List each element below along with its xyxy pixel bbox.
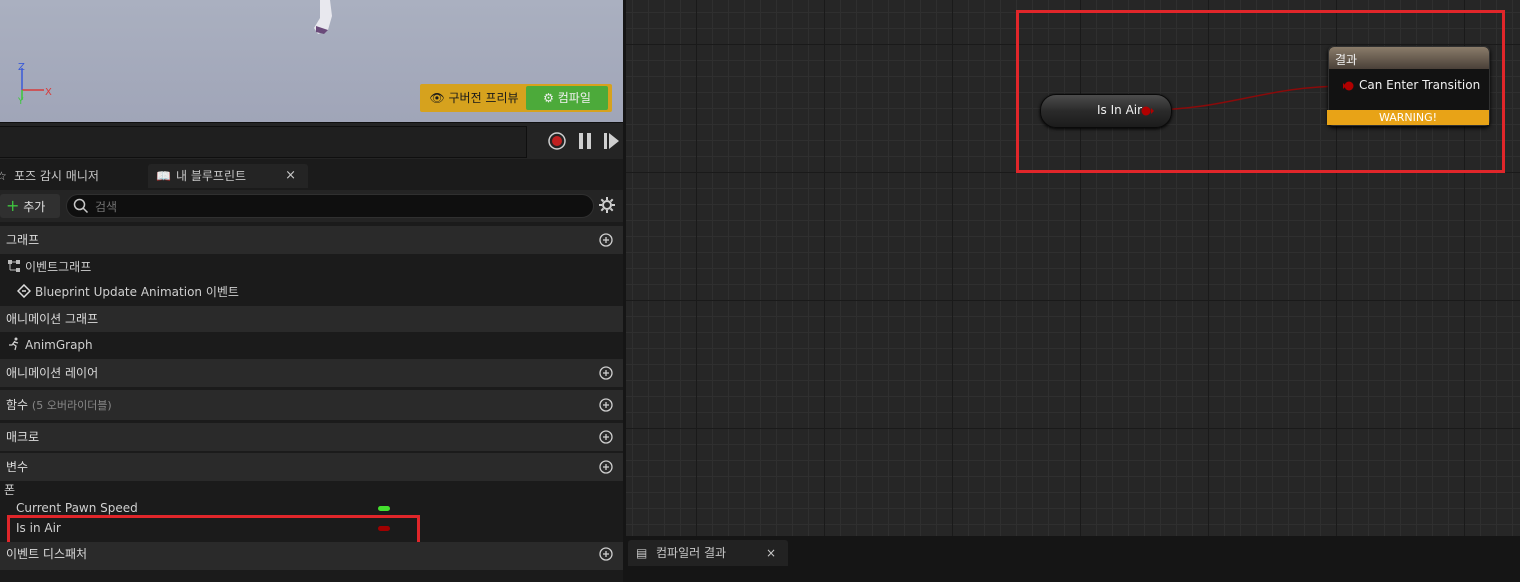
settings-gear-icon[interactable]: [598, 196, 616, 214]
panel-tabs: ☆ 포즈 감시 매니저 📖 내 블루프린트 ×: [0, 160, 623, 188]
category-macros-label: 매크로: [6, 430, 40, 444]
category-macros[interactable]: 매크로: [0, 423, 623, 451]
highlight-box-variable: [7, 515, 420, 545]
character-mesh: [314, 0, 332, 34]
compile-button[interactable]: ⚙ 컴파일: [526, 86, 608, 110]
pause-icon[interactable]: [576, 132, 594, 150]
category-event-dispatchers[interactable]: 이벤트 디스패처: [0, 542, 623, 570]
tab-close-icon[interactable]: ×: [285, 164, 296, 188]
legacy-preview-label: 구버전 프리뷰: [448, 91, 519, 105]
highlight-box-graph: [1016, 10, 1505, 173]
axis-x-label: X: [45, 87, 52, 98]
category-graphs[interactable]: 그래프: [0, 226, 623, 254]
category-animation-graphs-label: 애니메이션 그래프: [6, 312, 99, 326]
plus-icon: +: [6, 196, 20, 215]
add-variable-icon[interactable]: [599, 460, 613, 474]
category-variables[interactable]: 변수: [0, 453, 623, 481]
add-function-icon[interactable]: [599, 398, 613, 412]
search-input[interactable]: [93, 197, 577, 217]
float-type-pill: [378, 506, 390, 511]
axis-y-label: Y: [17, 97, 24, 106]
category-animation-layers-label: 애니메이션 레이어: [6, 366, 99, 380]
category-functions-label: 함수: [6, 398, 29, 412]
animation-preview-viewport[interactable]: Z X Y 👁 구버전 프리뷰 ⚙ 컴파일: [0, 0, 623, 122]
event-diamond-icon: [17, 284, 31, 298]
functions-overridable-count: (5 오버라이더블): [31, 399, 112, 412]
compiler-results-label: 컴파일러 결과: [656, 546, 727, 560]
pose-watch-icon: ☆: [0, 169, 7, 183]
graph-editor-canvas[interactable]: Is In Air 결과 Can Enter Transition WARNIN…: [626, 0, 1520, 536]
add-graph-icon[interactable]: [599, 233, 613, 247]
category-functions[interactable]: 함수 (5 오버라이더블): [0, 390, 623, 420]
add-macro-icon[interactable]: [599, 430, 613, 444]
bp-update-event-label: Blueprint Update Animation 이벤트: [35, 285, 239, 299]
category-graphs-label: 그래프: [6, 233, 40, 247]
running-figure-icon: [9, 337, 19, 351]
search-box: [66, 194, 594, 218]
animgraph-label: AnimGraph: [25, 338, 93, 352]
compiler-tab-close-icon[interactable]: ×: [766, 540, 776, 566]
add-dispatcher-icon[interactable]: [599, 547, 613, 561]
add-label: 추가: [23, 200, 46, 214]
add-layer-icon[interactable]: [599, 366, 613, 380]
step-forward-icon[interactable]: [603, 132, 621, 150]
list-item-bp-update-event[interactable]: Blueprint Update Animation 이벤트: [0, 281, 623, 303]
tab-pose-watch-manager[interactable]: ☆ 포즈 감시 매니저: [0, 164, 145, 188]
axis-z-label: Z: [18, 62, 25, 73]
tab-pose-watch-label: 포즈 감시 매니저: [14, 169, 99, 183]
category-animation-layers[interactable]: 애니메이션 레이어: [0, 359, 623, 387]
blueprint-toolbar: + 추가: [0, 190, 623, 222]
timeline-scrubber[interactable]: [0, 126, 527, 158]
compiler-results-icon: ▤: [636, 546, 648, 560]
eye-icon: 👁: [429, 91, 445, 105]
tab-my-blueprint-label: 내 블루프린트: [176, 169, 247, 183]
record-icon[interactable]: [548, 132, 566, 150]
event-graph-label: 이벤트그래프: [25, 260, 92, 274]
category-animation-graphs[interactable]: 애니메이션 그래프: [0, 306, 623, 332]
variable-group-pawn-label: 폰: [4, 483, 16, 497]
add-button[interactable]: + 추가: [0, 194, 60, 218]
tab-compiler-results[interactable]: ▤ 컴파일러 결과 ×: [628, 540, 788, 566]
event-graph-icon: [8, 260, 20, 272]
list-item-animgraph[interactable]: AnimGraph: [0, 334, 623, 356]
search-icon: [73, 198, 89, 214]
compile-label: 컴파일: [557, 91, 591, 105]
gear-icon: ⚙: [543, 91, 554, 105]
category-event-dispatchers-label: 이벤트 디스패처: [6, 547, 88, 561]
legacy-preview-button[interactable]: 👁 구버전 프리뷰: [424, 87, 524, 109]
bottom-panel: ▤ 컴파일러 결과 ×: [626, 536, 1520, 582]
list-item-event-graph[interactable]: 이벤트그래프: [0, 256, 623, 278]
axis-gizmo: Z X Y: [17, 62, 52, 106]
left-panel: Z X Y 👁 구버전 프리뷰 ⚙ 컴파일 ☆ 포즈 감시 매니저 📖 내 블루…: [0, 0, 623, 582]
blueprint-book-icon: 📖: [156, 169, 171, 183]
tab-my-blueprint[interactable]: 📖 내 블루프린트 ×: [148, 164, 308, 188]
timeline-bar: [0, 122, 623, 159]
category-variables-label: 변수: [6, 460, 29, 474]
variable-group-pawn[interactable]: 폰: [0, 481, 623, 499]
